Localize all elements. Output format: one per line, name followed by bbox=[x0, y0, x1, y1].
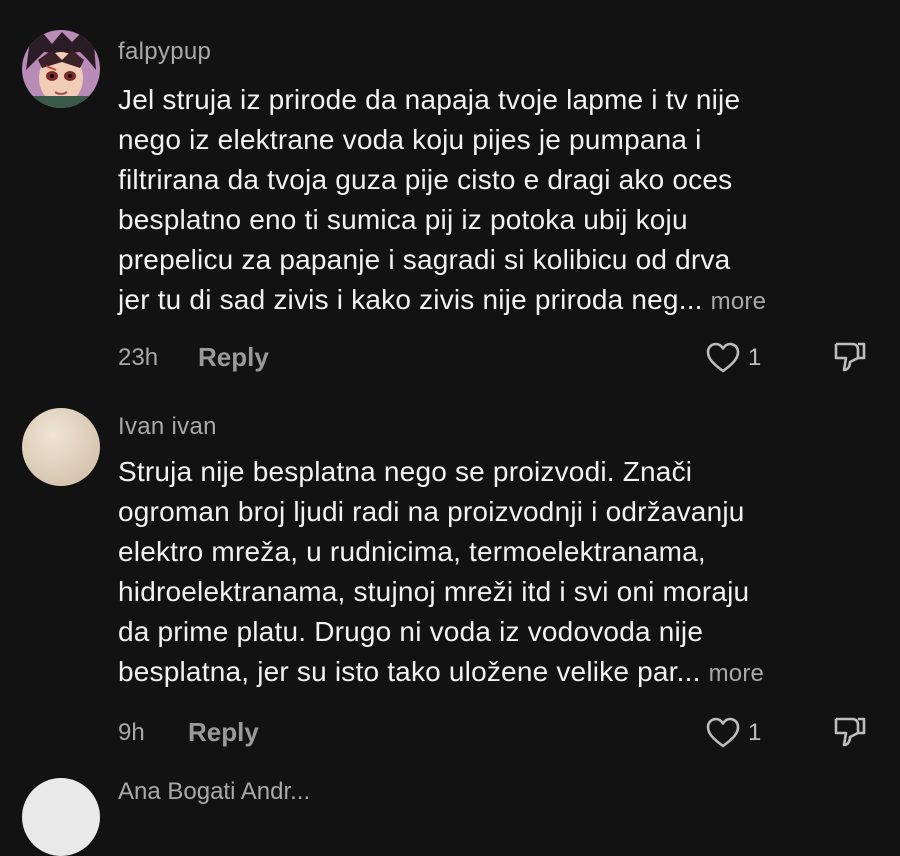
reply-button[interactable]: Reply bbox=[198, 342, 269, 373]
more-link[interactable]: more bbox=[709, 660, 764, 687]
comment-line: Jel struja iz prirode da napaja tvoje la… bbox=[118, 84, 741, 115]
heart-icon[interactable] bbox=[706, 342, 740, 374]
avatar[interactable] bbox=[22, 30, 100, 108]
comment-username[interactable]: falpypup bbox=[118, 38, 211, 66]
blank-avatar-icon bbox=[22, 408, 100, 486]
comment-line: besplatno eno ti sumica pij iz potoka ub… bbox=[118, 204, 688, 235]
comment-line: Struja nije besplatna nego se proizvodi.… bbox=[118, 456, 693, 487]
ellipsis: ... bbox=[676, 656, 701, 687]
comment-meta: 9h Reply 1 bbox=[118, 713, 878, 753]
reply-button[interactable]: Reply bbox=[188, 717, 259, 748]
comment-line: jer tu di sad zivis i kako zivis nije pr… bbox=[118, 284, 679, 315]
next-comment-avatar[interactable] bbox=[22, 778, 100, 856]
avatar[interactable] bbox=[22, 408, 100, 486]
heart-icon[interactable] bbox=[706, 717, 740, 749]
comment-line: ogroman broj ljudi radi na proizvodnji i… bbox=[118, 496, 745, 527]
like-count: 1 bbox=[748, 719, 762, 746]
comment-line: hidroelektranama, stujnoj mreži itd i sv… bbox=[118, 576, 750, 607]
like-count: 1 bbox=[748, 344, 762, 371]
like-button[interactable]: 1 bbox=[706, 338, 776, 378]
comment-last-line: besplatna, jer su isto tako uložene veli… bbox=[118, 652, 878, 694]
comment-last-line: jer tu di sad zivis i kako zivis nije pr… bbox=[118, 280, 878, 322]
comment-line: nego iz elektrane voda koju pijes je pum… bbox=[118, 124, 702, 155]
timestamp: 23h bbox=[118, 344, 159, 371]
ellipsis: ... bbox=[678, 284, 703, 315]
comment-text: Struja nije besplatna nego se proizvodi.… bbox=[118, 452, 878, 694]
comment-username[interactable]: Ivan ivan bbox=[118, 413, 217, 441]
comment-line: filtrirana da tvoja guza pije cisto e dr… bbox=[118, 164, 733, 195]
more-link[interactable]: more bbox=[711, 288, 766, 315]
comment-meta: 23h Reply 1 bbox=[118, 338, 878, 378]
dislike-icon[interactable] bbox=[832, 338, 868, 374]
comment-line: elektro mreža, u rudnicima, termoelektra… bbox=[118, 536, 706, 567]
comment-line: da prime platu. Drugo ni voda iz vodovod… bbox=[118, 616, 704, 647]
like-button[interactable]: 1 bbox=[706, 713, 776, 753]
anime-character-avatar-icon bbox=[22, 30, 100, 108]
comment-line: besplatna, jer su isto tako uložene veli… bbox=[118, 656, 677, 687]
dislike-icon[interactable] bbox=[832, 713, 868, 749]
comment-text: Jel struja iz prirode da napaja tvoje la… bbox=[118, 80, 878, 322]
comment-line: prepelicu za papanje i sagradi si kolibi… bbox=[118, 244, 731, 275]
next-comment-username[interactable]: Ana Bogati Andr... bbox=[118, 778, 310, 806]
timestamp: 9h bbox=[118, 719, 145, 746]
